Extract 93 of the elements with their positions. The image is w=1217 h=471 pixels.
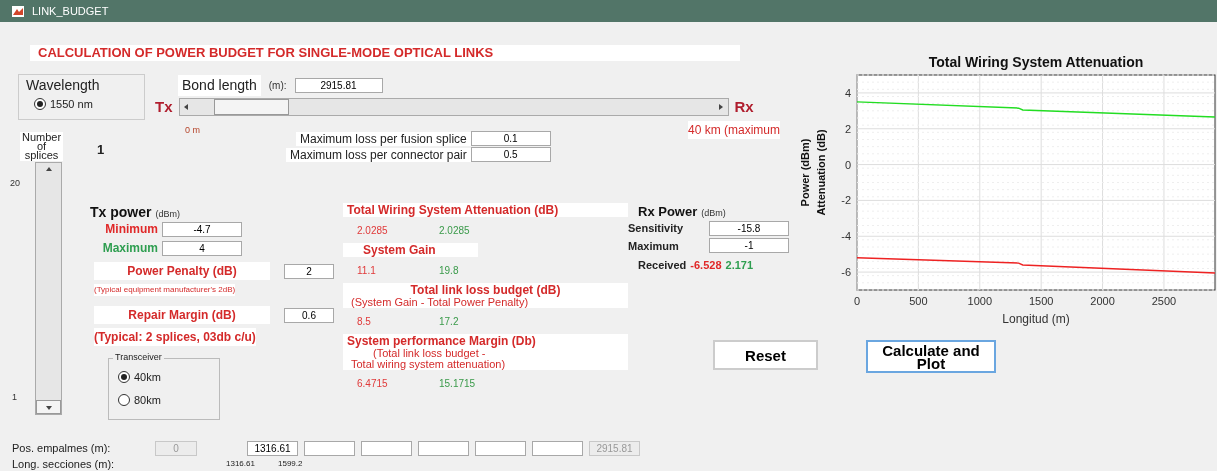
y-tick-label: 0 [844,158,851,171]
y-tick-label: 4 [844,86,851,99]
max-value: 15.1715 [439,377,476,391]
tx-label: Tx [155,97,173,117]
splices-label: Number of splices [20,132,64,161]
page-heading: CALCULATION OF POWER BUDGET FOR SINGLE-MODE OPTICAL LINKS [30,45,740,61]
y-axis-label: Attenuation (dB) [815,129,827,216]
input-field[interactable] [475,440,526,456]
rx-label: Rx [734,97,754,117]
splices-count: 1 [97,141,105,159]
max-value: 2.171 [725,258,754,273]
input-field[interactable]: 2 [284,263,334,279]
result-subtitle: Total wiring system attenuation) [343,359,628,370]
min-value: 11.1 [357,264,377,278]
y-tick-label: -4 [841,230,851,243]
input-field[interactable] [304,440,355,456]
input-field[interactable]: 1316.61 [247,440,298,456]
section-title: Rx Power [638,203,698,221]
x-axis-label: Longitud (m) [1002,312,1070,326]
min-length-label: 0 m [185,124,200,137]
y-axis-label: Power (dBm) [799,138,811,207]
input-field[interactable] [418,440,469,456]
down-arrow-icon[interactable] [46,406,52,410]
field-label: Power Penalty (dB) [94,262,270,280]
input-field[interactable]: -15.8 [709,220,789,236]
slider-max-label: 20 [10,177,20,190]
row-label: Minimum [104,221,158,238]
min-value: 8.5 [357,315,372,329]
action-button[interactable]: Reset [713,340,818,370]
field-label: Repair Margin (dB) [94,306,270,324]
input-field[interactable]: -4.7 [162,221,242,237]
row-label: Sensitivity [628,221,685,236]
input-field[interactable]: 0.1 [470,131,551,146]
max-length-label: 40 km (maximum [688,121,780,139]
input-field[interactable]: 0.6 [284,307,334,323]
input-field[interactable]: 2915.81 [294,78,383,93]
x-tick-label: 2500 [1151,295,1177,307]
field-note: (Typical: 2 splices, 03db c/u) [94,328,256,346]
min-value: -6.528 [690,258,722,273]
input-field[interactable]: -1 [709,238,789,254]
x-tick-label: 0 [853,295,861,307]
input-field[interactable]: 4 [162,240,242,256]
radio-option[interactable]: 40km [118,369,161,386]
slider-thumb[interactable] [214,99,290,116]
row-label: Maximum [628,238,680,254]
section-title: Tx power [90,203,152,222]
max-value: 17.2 [439,315,459,329]
unit-label: (dBm) [155,208,180,221]
window-title: LINK_BUDGET [32,3,109,19]
result-title: System Gain [343,243,478,257]
max-value: 2.0285 [439,224,470,238]
x-tick-label: 1000 [967,295,992,307]
result-subtitle: (System Gain - Total Power Penalty) [343,297,628,308]
result-title: System performance Margin (Db) [343,334,628,348]
action-button[interactable]: Calculate and Plot [866,340,996,373]
slider-min-label: 1 [12,391,17,404]
min-value: 6.4715 [357,377,389,391]
unit-label: (dBm) [701,207,726,220]
row-label: Maximum [101,240,158,257]
input-field[interactable] [532,440,583,456]
radio-option[interactable]: 1550 nm [34,96,93,113]
left-arrow-icon[interactable] [183,104,189,111]
field-label: Maximum loss per fusion splice [296,131,471,146]
result-title: Total Wiring System Attenuation (dB) [343,203,628,217]
field-label: Long. secciones (m): [12,457,116,471]
radio-option[interactable]: 80km [118,391,161,408]
section-length: 1599.2 [278,458,304,471]
field-label: Pos. empalmes (m): [12,441,112,456]
chart-title: Total Wiring System Attenuation [928,54,1144,70]
length-slider[interactable] [178,98,729,117]
x-tick-label: 1500 [1028,295,1054,307]
row-label: Received [638,258,687,273]
up-arrow-icon[interactable] [46,167,52,171]
max-value: 19.8 [439,264,459,278]
result-subtitle: (Total link loss budget - [343,348,628,359]
splices-slider[interactable] [35,162,62,415]
x-tick-label: 500 [909,295,928,307]
x-tick-label: 2000 [1090,295,1115,307]
app-icon [12,5,24,17]
section-length: 1316.61 [226,458,256,471]
unit-label: (m): [268,79,287,93]
field-label: Bond length [178,75,261,96]
slider-thumb[interactable] [36,400,61,414]
y-tick-label: -6 [841,266,851,279]
input-field[interactable] [361,440,412,456]
result-title: Total link loss budget (dB) [343,283,628,297]
input-field[interactable]: 0.5 [470,147,551,162]
right-arrow-icon[interactable] [718,104,724,111]
field-label: Maximum loss per connector pair [286,147,471,162]
y-tick-label: 2 [844,122,851,135]
field-note: (Typical equipment manufacturer's 2dB) [94,284,236,296]
min-value: 2.0285 [357,224,389,238]
y-tick-label: -2 [841,194,851,207]
